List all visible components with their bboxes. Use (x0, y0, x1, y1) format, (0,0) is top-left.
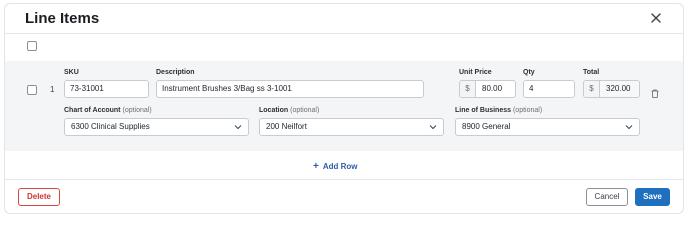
unit-price-value: 80.00 (482, 84, 503, 93)
total-field: $ 320.00 (583, 80, 640, 98)
line-of-business-value: 8900 General (462, 122, 511, 131)
select-all-checkbox[interactable] (27, 41, 37, 51)
sku-label: SKU (64, 69, 79, 76)
chart-of-account-value: 6300 Clinical Supplies (71, 122, 150, 131)
location-label: Location (optional) (259, 107, 320, 114)
footer-divider (5, 179, 683, 180)
total-value: 320.00 (606, 84, 631, 93)
location-value: 200 Neilfort (266, 122, 307, 131)
qty-label: Qty (523, 69, 535, 76)
row-checkbox[interactable] (27, 85, 37, 95)
chevron-down-icon (429, 125, 437, 130)
cancel-button[interactable]: Cancel (586, 188, 628, 206)
currency-symbol: $ (584, 81, 600, 97)
trash-icon[interactable] (651, 85, 659, 98)
qty-input[interactable]: 4 (523, 80, 575, 98)
description-label: Description (156, 69, 195, 76)
unit-price-label: Unit Price (459, 69, 492, 76)
save-button[interactable]: Save (635, 188, 670, 206)
total-label: Total (583, 69, 600, 76)
chevron-down-icon (234, 125, 242, 130)
chart-of-account-label: Chart of Account (optional) (64, 107, 152, 114)
delete-button[interactable]: Delete (18, 188, 60, 206)
plus-icon: + (313, 161, 319, 172)
chevron-down-icon (625, 125, 633, 130)
line-items-modal: Line Items 1 SKU Description Unit Price … (4, 3, 684, 214)
sku-input[interactable]: 73-31001 (64, 80, 149, 98)
add-row-button[interactable]: + Add Row (313, 161, 358, 172)
modal-title: Line Items (25, 10, 100, 27)
unit-price-input[interactable]: $ 80.00 (459, 80, 516, 98)
line-of-business-label: Line of Business (optional) (455, 107, 543, 114)
line-of-business-select[interactable]: 8900 General (455, 118, 640, 136)
location-select[interactable]: 200 Neilfort (259, 118, 444, 136)
close-icon[interactable] (649, 11, 663, 25)
add-row-label: Add Row (322, 162, 358, 171)
description-input[interactable]: Instrument Brushes 3/Bag ss 3-1001 (156, 80, 424, 98)
row-number: 1 (50, 85, 55, 94)
chart-of-account-select[interactable]: 6300 Clinical Supplies (64, 118, 249, 136)
header-divider (5, 33, 683, 34)
currency-symbol: $ (460, 81, 476, 97)
modal-header: Line Items (5, 4, 683, 33)
